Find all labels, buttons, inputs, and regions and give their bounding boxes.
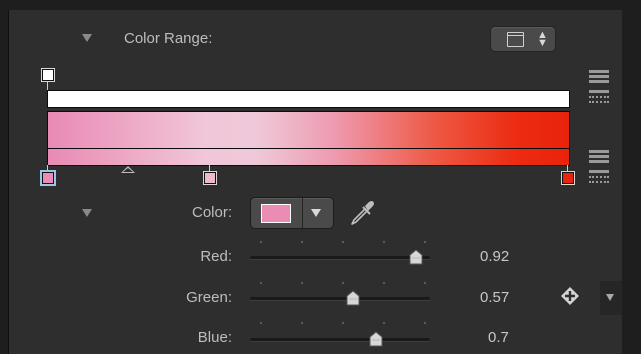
color-well-separator [302,198,303,228]
color-stop-middle[interactable] [204,172,216,184]
window-frame-top [0,0,641,10]
red-slider-track[interactable] [250,256,430,259]
opacity-stop[interactable] [42,69,54,81]
opacity-gradient-bar[interactable] [47,90,570,108]
color-well[interactable] [250,197,334,229]
slider-tick [301,241,303,243]
gradient-preview [47,111,570,150]
color-stop-line-1 [47,165,48,171]
blue-slider-track[interactable] [250,338,430,341]
parameter-menu-button[interactable] [600,281,622,315]
stack-distribute-icon[interactable] [589,90,609,108]
inspector-panel [9,10,622,354]
blue-label: Blue: [197,329,232,346]
disclosure-triangle-color[interactable] [82,209,92,217]
disclosure-triangle-color-range[interactable] [82,34,92,42]
green-label: Green: [186,289,232,306]
section-title: Color Range: [124,30,213,47]
gradient-midpoint-marker[interactable] [121,166,135,173]
green-slider-track[interactable] [250,297,430,300]
stack-distribute-icon[interactable] [589,170,609,188]
slider-tick [342,322,344,324]
stack-distribute-icon[interactable] [589,70,609,88]
green-slider-thumb[interactable] [345,290,361,306]
slider-tick [260,322,262,324]
eyedropper-icon[interactable] [348,198,376,228]
slider-tick [383,241,385,243]
color-stop-end[interactable] [562,172,574,184]
blue-slider-thumb[interactable] [368,331,384,347]
slider-tick [342,282,344,284]
color-label: Color: [191,204,232,221]
red-value[interactable]: 0.92 [480,248,509,265]
color-stop-selected[interactable] [42,172,54,184]
color-stop-line-3 [567,165,568,171]
slider-tick [424,322,426,324]
color-swatch [261,204,291,223]
right-gutter [622,10,641,354]
slider-tick [383,322,385,324]
slider-tick [301,322,303,324]
up-down-arrows-icon: ▲ ▼ [537,29,548,49]
color-stop-line-2 [209,165,210,171]
chevron-down-icon [606,294,614,301]
slider-tick [260,241,262,243]
stack-distribute-icon[interactable] [589,150,609,168]
slider-tick [260,282,262,284]
red-slider-thumb[interactable] [408,249,424,265]
chevron-down-icon[interactable] [311,209,321,217]
blue-value[interactable]: 0.7 [488,329,509,346]
slider-tick [424,241,426,243]
slider-tick [424,282,426,284]
red-label: Red: [200,248,232,265]
preset-menu-button[interactable]: ▲ ▼ [490,26,556,52]
slider-tick [301,282,303,284]
slider-tick [342,241,344,243]
preset-menu-icon [507,32,524,47]
green-value[interactable]: 0.57 [480,289,509,306]
color-gradient-bar[interactable] [47,148,570,166]
slider-tick [383,282,385,284]
add-keyframe-icon[interactable] [560,286,580,306]
opacity-stop-line [47,81,48,90]
